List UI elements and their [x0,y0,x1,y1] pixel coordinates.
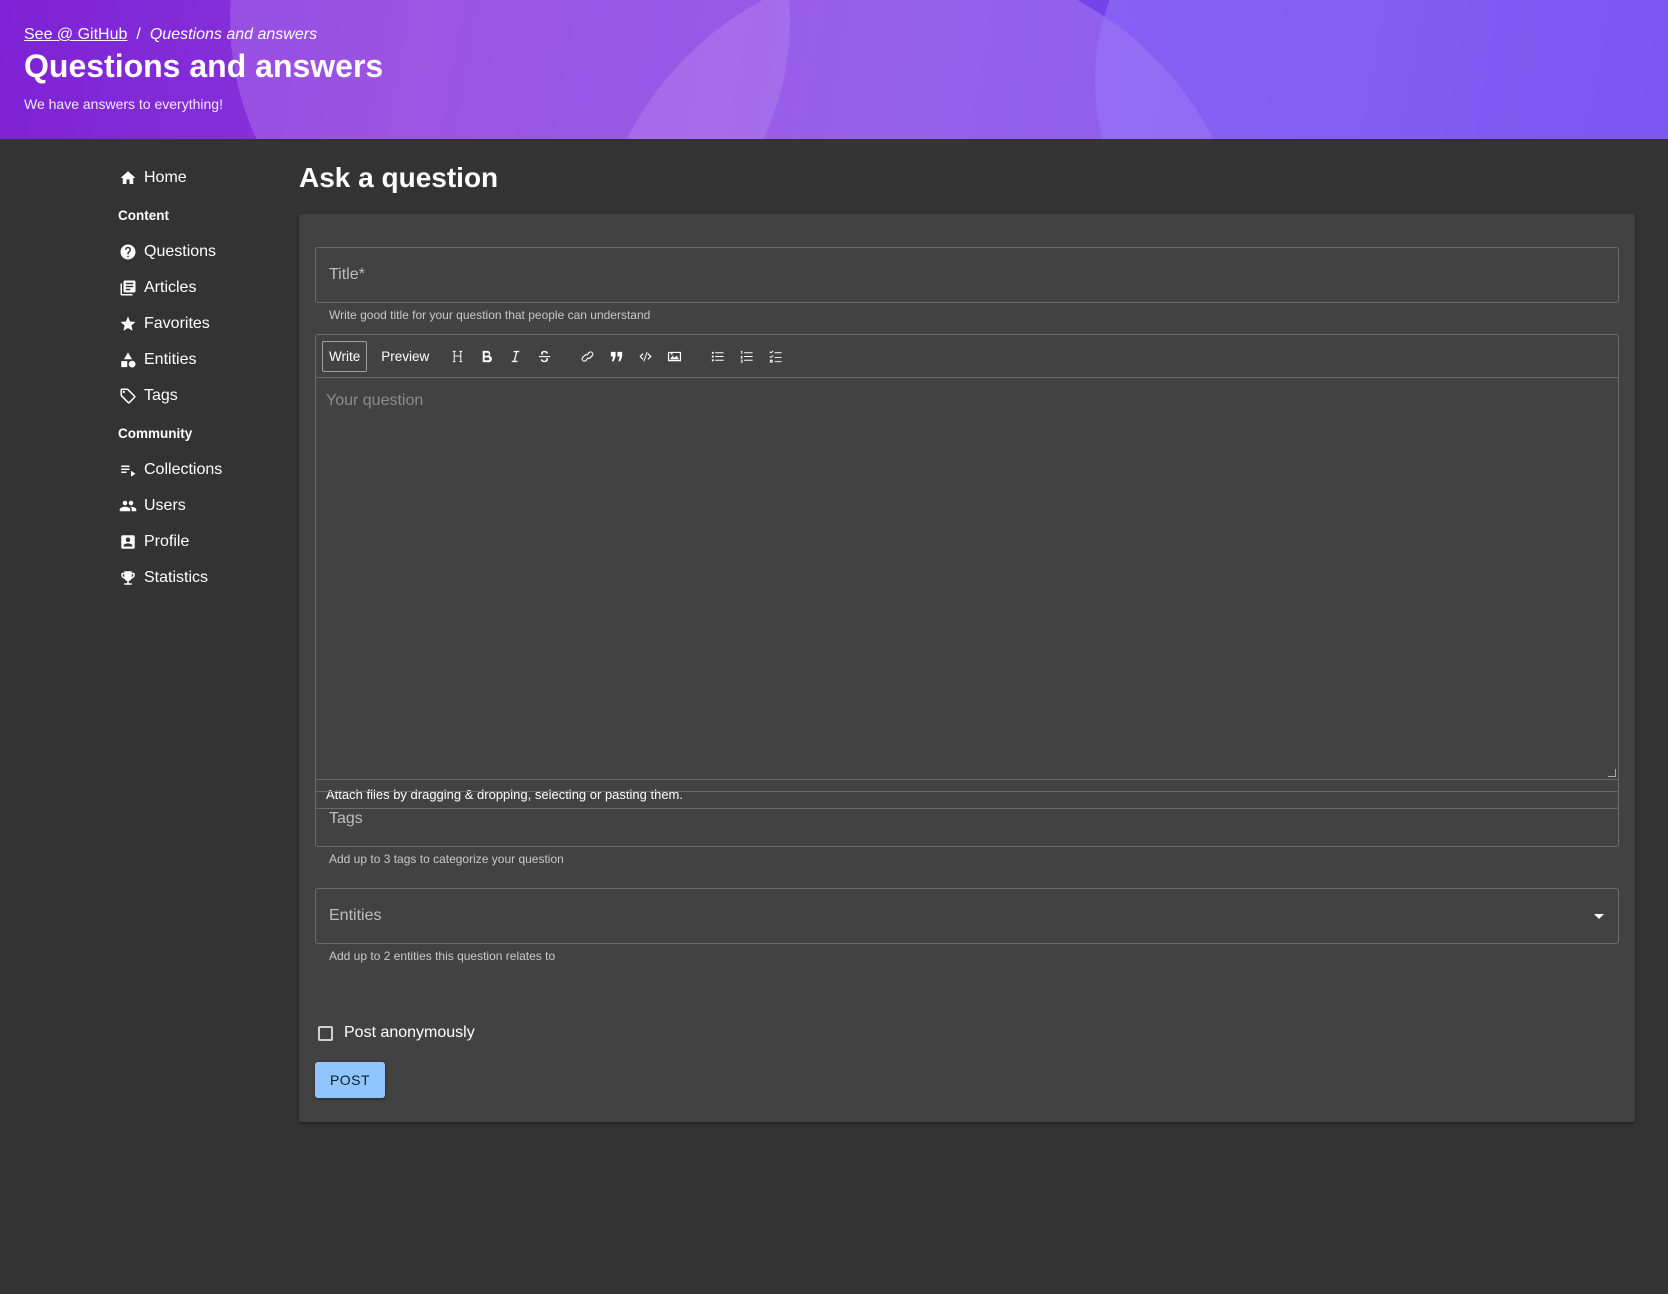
tags-helper-text: Add up to 3 tags to categorize your ques… [329,852,564,866]
sidebar-item-users[interactable]: Users [118,488,278,524]
anonymous-checkbox[interactable] [318,1025,333,1041]
sidebar-item-home[interactable]: Home [118,160,278,196]
sidebar-section-community: Community [118,425,193,441]
anonymous-label: Post anonymously [344,1024,475,1041]
italic-icon[interactable] [501,342,530,371]
sidebar-item-profile[interactable]: Profile [118,524,278,560]
sidebar-item-label: Users [144,497,186,514]
anonymous-option[interactable]: Post anonymously [318,1024,475,1042]
sidebar-item-label: Entities [144,351,197,368]
title-helper-text: Write good title for your question that … [329,308,651,322]
sidebar-section-content: Content [118,207,169,223]
sidebar-item-favorites[interactable]: Favorites [118,306,278,342]
markdown-editor: Write Preview Your question Attach files… [315,334,1619,809]
entities-placeholder: Entities [329,907,382,924]
sidebar-item-collections[interactable]: Collections [118,452,278,488]
chevron-down-icon [1594,914,1604,919]
editor-toolbar: Write Preview [316,335,1618,378]
sidebar-item-label: Home [144,169,187,186]
question-form: Title* Write good title for your questio… [299,214,1635,1122]
tab-preview[interactable]: Preview [375,341,435,372]
task-list-icon[interactable] [761,342,790,371]
sidebar-item-label: Questions [144,243,217,260]
sidebar-item-label: Articles [144,279,197,296]
site-title: Questions and answers [24,48,384,84]
sidebar-item-tags[interactable]: Tags [118,378,278,414]
shapes-icon [118,350,138,370]
trophy-icon [118,568,138,588]
question-body-textarea[interactable]: Your question [316,378,1618,780]
heading-icon[interactable] [443,342,472,371]
image-icon[interactable] [660,342,689,371]
star-icon [118,314,138,334]
home-icon [118,168,138,188]
title-input[interactable]: Title* [315,247,1619,303]
account-box-icon [118,532,138,552]
tag-icon [118,386,138,406]
header-decoration [1095,0,1668,139]
breadcrumb-separator: / [136,26,141,43]
bullet-list-icon[interactable] [703,342,732,371]
strikethrough-icon[interactable] [530,342,559,371]
quote-icon[interactable] [602,342,631,371]
sidebar-item-articles[interactable]: Articles [118,270,278,306]
group-icon [118,496,138,516]
sidebar-item-label: Collections [144,461,223,478]
page-title: Ask a question [299,162,499,193]
app-header: See @ GitHub / Questions and answers Que… [0,0,1668,139]
site-subtitle: We have answers to everything! [24,96,223,112]
resize-handle[interactable] [1608,769,1616,777]
title-placeholder: Title* [329,266,365,283]
code-icon[interactable] [631,342,660,371]
link-icon[interactable] [573,342,602,371]
numbered-list-icon[interactable] [732,342,761,371]
post-button[interactable]: POST [315,1062,385,1098]
sidebar-item-label: Statistics [144,569,209,586]
breadcrumb: See @ GitHub / Questions and answers [24,26,317,44]
tags-placeholder: Tags [329,810,363,827]
github-link[interactable]: See @ GitHub [24,26,127,44]
tags-input[interactable]: Tags [315,791,1619,847]
library-books-icon [118,278,138,298]
sidebar-nav: Home Content Questions Articles Favorite… [118,160,278,596]
playlist-icon [118,460,138,480]
breadcrumb-current: Questions and answers [149,26,318,43]
sidebar-item-label: Tags [144,387,178,404]
bold-icon[interactable] [472,342,501,371]
sidebar-item-statistics[interactable]: Statistics [118,560,278,596]
help-circle-icon [118,242,138,262]
sidebar-item-entities[interactable]: Entities [118,342,278,378]
entities-helper-text: Add up to 2 entities this question relat… [329,949,556,963]
entities-select[interactable]: Entities [315,888,1619,944]
sidebar-item-label: Favorites [144,315,210,332]
sidebar-item-label: Profile [144,533,190,550]
question-body-placeholder: Your question [326,392,424,409]
tab-write[interactable]: Write [322,340,368,372]
sidebar-item-questions[interactable]: Questions [118,234,278,270]
